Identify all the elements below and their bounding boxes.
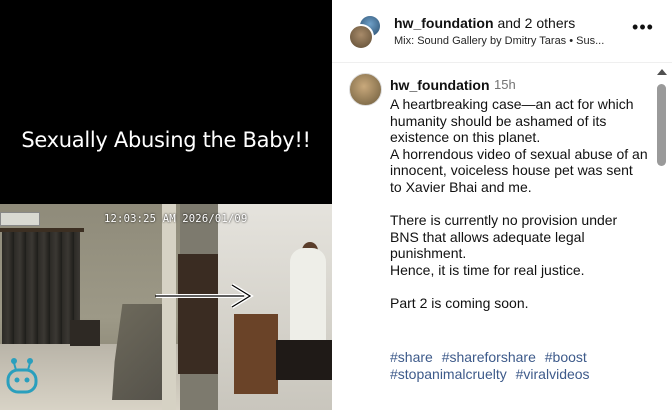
video-player[interactable]: Sexually Abusing the Baby!! 12:03:25 AM … [0,0,332,410]
caption-paragraph: There is currently no provision under BN… [390,212,618,262]
caption-paragraph: A heartbreaking case—an act for which hu… [390,96,634,146]
hashtag-link[interactable]: #boost [545,349,587,365]
collab-avatars[interactable] [348,14,382,50]
hashtag-list: #share #shareforshare #boost #stopanimal… [390,349,650,382]
vertical-scrollbar[interactable] [652,64,672,410]
cctv-timestamp: 12:03:25 AM 2026/01/09 [104,213,248,225]
arrow-right-icon [155,283,254,309]
avatar[interactable] [349,73,382,106]
hashtag-link[interactable]: #share [390,349,433,365]
hashtag-link[interactable]: #viralvideos [516,366,590,382]
audio-track-link[interactable]: Mix: Sound Gallery by Dmitry Taras • Sus… [394,35,630,47]
caption-paragraph: Hence, it is time for real justice. [390,261,585,278]
post-panel: hw_foundation and 2 others Mix: Sound Ga… [332,0,672,410]
robot-watermark-icon [6,358,38,394]
more-options-icon[interactable]: ••• [632,18,654,38]
caption-area: hw_foundation 15h A heartbreaking case—a… [332,64,654,410]
avatar[interactable] [348,24,374,50]
scroll-up-icon[interactable] [657,69,667,75]
hashtag-link[interactable]: #shareforshare [442,349,536,365]
post-authors: hw_foundation and 2 others [394,15,575,31]
caption-paragraph: Part 2 is coming soon. [390,295,529,312]
hashtag-link[interactable]: #stopanimalcruelty [390,366,507,382]
curtain [2,232,80,348]
ac-unit [0,212,40,226]
collaborators-link[interactable]: and 2 others [497,15,575,31]
caption-username[interactable]: hw_foundation [390,77,490,93]
caption-paragraph: A horrendous video of sexual abuse of an… [390,145,648,195]
post-header: hw_foundation and 2 others Mix: Sound Ga… [332,0,672,63]
author-username[interactable]: hw_foundation [394,15,494,31]
scrollbar-thumb[interactable] [657,84,666,166]
video-overlay-title: Sexually Abusing the Baby!! [21,128,311,152]
caption-text: A heartbreaking case—an act for which hu… [390,96,648,312]
post-time[interactable]: 15h [494,77,516,92]
